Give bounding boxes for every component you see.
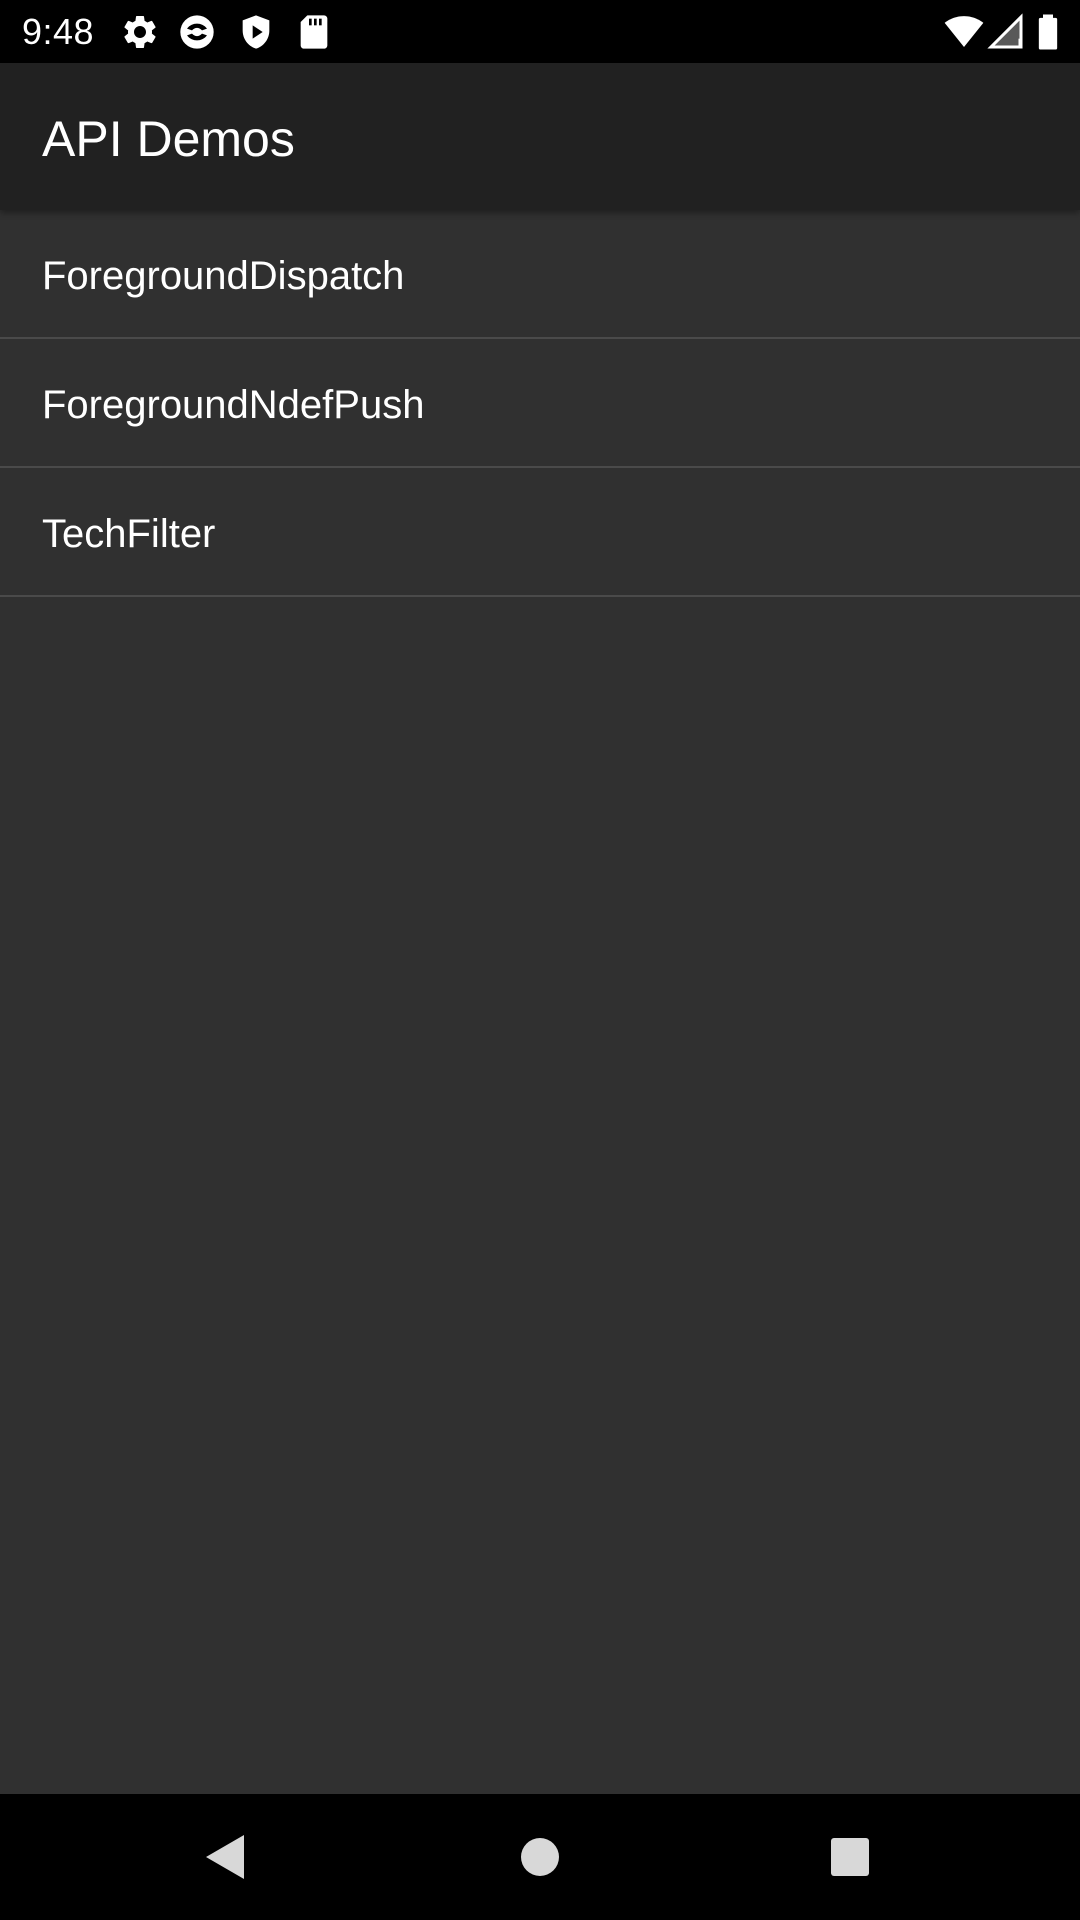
- list-item-foreground-ndef-push[interactable]: ForegroundNdefPush: [0, 339, 1080, 468]
- home-icon[interactable]: [500, 1817, 580, 1897]
- back-icon[interactable]: [186, 1817, 266, 1897]
- demo-list: ForegroundDispatch ForegroundNdefPush Te…: [0, 210, 1080, 597]
- wifi-icon: [944, 12, 984, 52]
- list-item-label: ForegroundDispatch: [42, 254, 405, 298]
- battery-icon: [1028, 12, 1068, 52]
- page-title: API Demos: [42, 111, 295, 167]
- settings-icon: [120, 12, 160, 52]
- app-circle-icon: [177, 12, 217, 52]
- status-time: 9:48: [22, 11, 95, 52]
- list-item-label: ForegroundNdefPush: [42, 383, 425, 427]
- list-item-foreground-dispatch[interactable]: ForegroundDispatch: [0, 210, 1080, 339]
- cell-signal-icon: [986, 12, 1026, 52]
- list-item-tech-filter[interactable]: TechFilter: [0, 468, 1080, 597]
- app-bar: API Demos: [0, 63, 1080, 210]
- list-item-label: TechFilter: [42, 512, 216, 556]
- shield-play-icon: [236, 12, 276, 52]
- screen: 9:48 API Demos ForegroundDispatch Foregr…: [0, 0, 1080, 1920]
- recents-icon[interactable]: [810, 1817, 890, 1897]
- status-bar: 9:48: [0, 0, 1080, 63]
- navigation-bar: [0, 1794, 1080, 1920]
- sd-card-icon: [294, 12, 334, 52]
